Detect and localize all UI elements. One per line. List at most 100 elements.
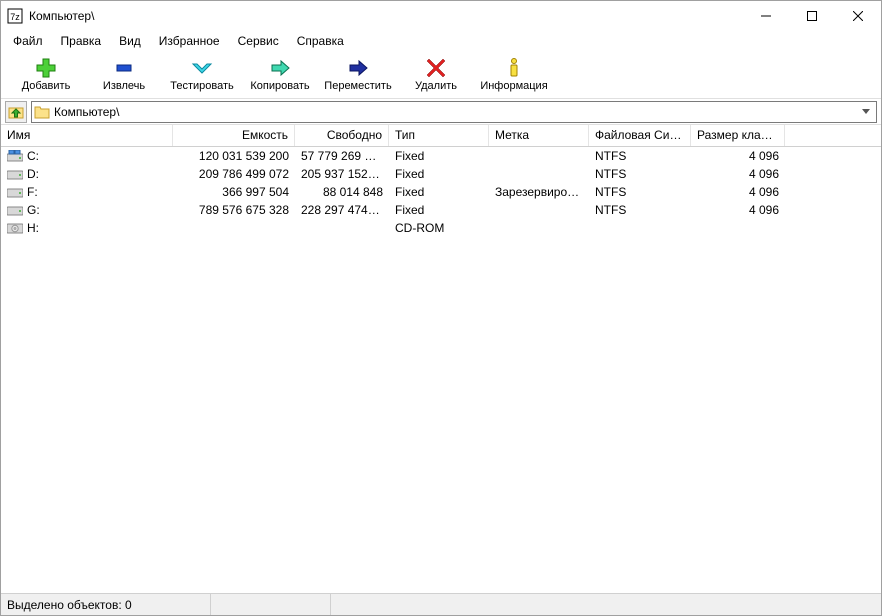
cell-name: C: xyxy=(1,148,173,164)
col-cluster[interactable]: Размер класте... xyxy=(691,125,785,146)
path-input[interactable] xyxy=(54,105,858,119)
cell-capacity xyxy=(173,227,295,229)
file-list[interactable]: Имя Емкость Свободно Тип Метка Файловая … xyxy=(1,125,881,593)
test-label: Тестировать xyxy=(170,80,234,92)
check-icon xyxy=(190,58,214,78)
drive-icon xyxy=(7,168,23,180)
cell-label xyxy=(489,209,589,211)
cell-type: Fixed xyxy=(389,166,489,182)
col-capacity[interactable]: Емкость xyxy=(173,125,295,146)
cell-filesystem: NTFS xyxy=(589,184,691,200)
path-combo[interactable] xyxy=(31,101,877,123)
menu-edit[interactable]: Правка xyxy=(53,32,110,50)
status-extra-2 xyxy=(331,594,881,615)
info-button[interactable]: Информация xyxy=(475,53,553,97)
cell-name: H: xyxy=(1,220,173,236)
cell-free: 88 014 848 xyxy=(295,184,389,200)
up-button[interactable] xyxy=(5,101,27,123)
add-label: Добавить xyxy=(22,80,71,92)
up-arrow-icon xyxy=(8,104,24,120)
cell-filesystem: NTFS xyxy=(589,202,691,218)
drive-icon xyxy=(7,204,23,216)
col-filesystem[interactable]: Файловая Сис... xyxy=(589,125,691,146)
col-label[interactable]: Метка xyxy=(489,125,589,146)
menu-tools[interactable]: Сервис xyxy=(230,32,287,50)
menu-file[interactable]: Файл xyxy=(5,32,51,50)
cell-name: D: xyxy=(1,166,173,182)
cell-name: G: xyxy=(1,202,173,218)
cell-cluster: 4 096 xyxy=(691,202,785,218)
delete-label: Удалить xyxy=(415,80,457,92)
info-label: Информация xyxy=(480,80,547,92)
menu-view[interactable]: Вид xyxy=(111,32,149,50)
maximize-button[interactable] xyxy=(789,1,835,31)
table-row[interactable]: G:789 576 675 328228 297 474 048Fixed NTF… xyxy=(1,201,881,219)
cell-free: 205 937 152 000 xyxy=(295,166,389,182)
extract-button[interactable]: Извлечь xyxy=(85,53,163,97)
col-type[interactable]: Тип xyxy=(389,125,489,146)
close-button[interactable] xyxy=(835,1,881,31)
cell-cluster: 4 096 xyxy=(691,148,785,164)
move-button[interactable]: Переместить xyxy=(319,53,397,97)
status-selected: Выделено объектов: 0 xyxy=(1,594,211,615)
delete-button[interactable]: Удалить xyxy=(397,53,475,97)
cell-label xyxy=(489,227,589,229)
cell-free: 228 297 474 048 xyxy=(295,202,389,218)
table-row[interactable]: F:366 997 50488 014 848FixedЗарезервиров… xyxy=(1,183,881,201)
cell-capacity: 789 576 675 328 xyxy=(173,202,295,218)
app-window: 7z Компьютер\ Файл Правка Вид Избранное … xyxy=(0,0,882,616)
minus-icon xyxy=(112,58,136,78)
copy-button[interactable]: Копировать xyxy=(241,53,319,97)
drive-icon xyxy=(7,186,23,198)
drive-icon xyxy=(7,222,23,234)
menu-help[interactable]: Справка xyxy=(289,32,352,50)
app-icon: 7z xyxy=(7,8,23,24)
cell-cluster: 4 096 xyxy=(691,166,785,182)
cell-filesystem: NTFS xyxy=(589,148,691,164)
cell-label xyxy=(489,155,589,157)
extract-label: Извлечь xyxy=(103,80,145,92)
folder-icon xyxy=(34,104,50,120)
cell-filesystem xyxy=(589,227,691,229)
table-row[interactable]: C:120 031 539 20057 779 269 632FixedNTFS… xyxy=(1,147,881,165)
pathbar xyxy=(1,99,881,125)
minimize-button[interactable] xyxy=(743,1,789,31)
table-row[interactable]: H: CD-ROM xyxy=(1,219,881,237)
cell-type: Fixed xyxy=(389,202,489,218)
add-button[interactable]: Добавить xyxy=(7,53,85,97)
move-label: Переместить xyxy=(324,80,391,92)
chevron-down-icon[interactable] xyxy=(858,109,874,115)
arrow-right-outline-icon xyxy=(268,58,292,78)
menu-favorites[interactable]: Избранное xyxy=(151,32,228,50)
cell-free: 57 779 269 632 xyxy=(295,148,389,164)
cell-cluster: 4 096 xyxy=(691,184,785,200)
table-row[interactable]: D:209 786 499 072205 937 152 000FixedNTF… xyxy=(1,165,881,183)
copy-label: Копировать xyxy=(250,80,309,92)
cell-type: Fixed xyxy=(389,148,489,164)
cell-type: CD-ROM xyxy=(389,220,489,236)
menubar: Файл Правка Вид Избранное Сервис Справка xyxy=(1,31,881,51)
cell-label: Зарезервиров... xyxy=(489,184,589,200)
toolbar: Добавить Извлечь Тестировать Копировать … xyxy=(1,51,881,99)
cell-cluster xyxy=(691,227,785,229)
x-icon xyxy=(424,58,448,78)
status-extra-1 xyxy=(211,594,331,615)
cell-capacity: 366 997 504 xyxy=(173,184,295,200)
window-controls xyxy=(743,1,881,31)
col-free[interactable]: Свободно xyxy=(295,125,389,146)
cell-name: F: xyxy=(1,184,173,200)
drive-icon xyxy=(7,150,23,162)
window-title: Компьютер\ xyxy=(29,9,743,23)
col-name[interactable]: Имя xyxy=(1,125,173,146)
svg-text:7z: 7z xyxy=(10,12,20,22)
rows-container: C:120 031 539 20057 779 269 632FixedNTFS… xyxy=(1,147,881,237)
titlebar: 7z Компьютер\ xyxy=(1,1,881,31)
cell-free xyxy=(295,227,389,229)
cell-label xyxy=(489,173,589,175)
test-button[interactable]: Тестировать xyxy=(163,53,241,97)
info-icon xyxy=(502,58,526,78)
arrow-right-icon xyxy=(346,58,370,78)
statusbar: Выделено объектов: 0 xyxy=(1,593,881,615)
plus-icon xyxy=(34,58,58,78)
cell-capacity: 209 786 499 072 xyxy=(173,166,295,182)
